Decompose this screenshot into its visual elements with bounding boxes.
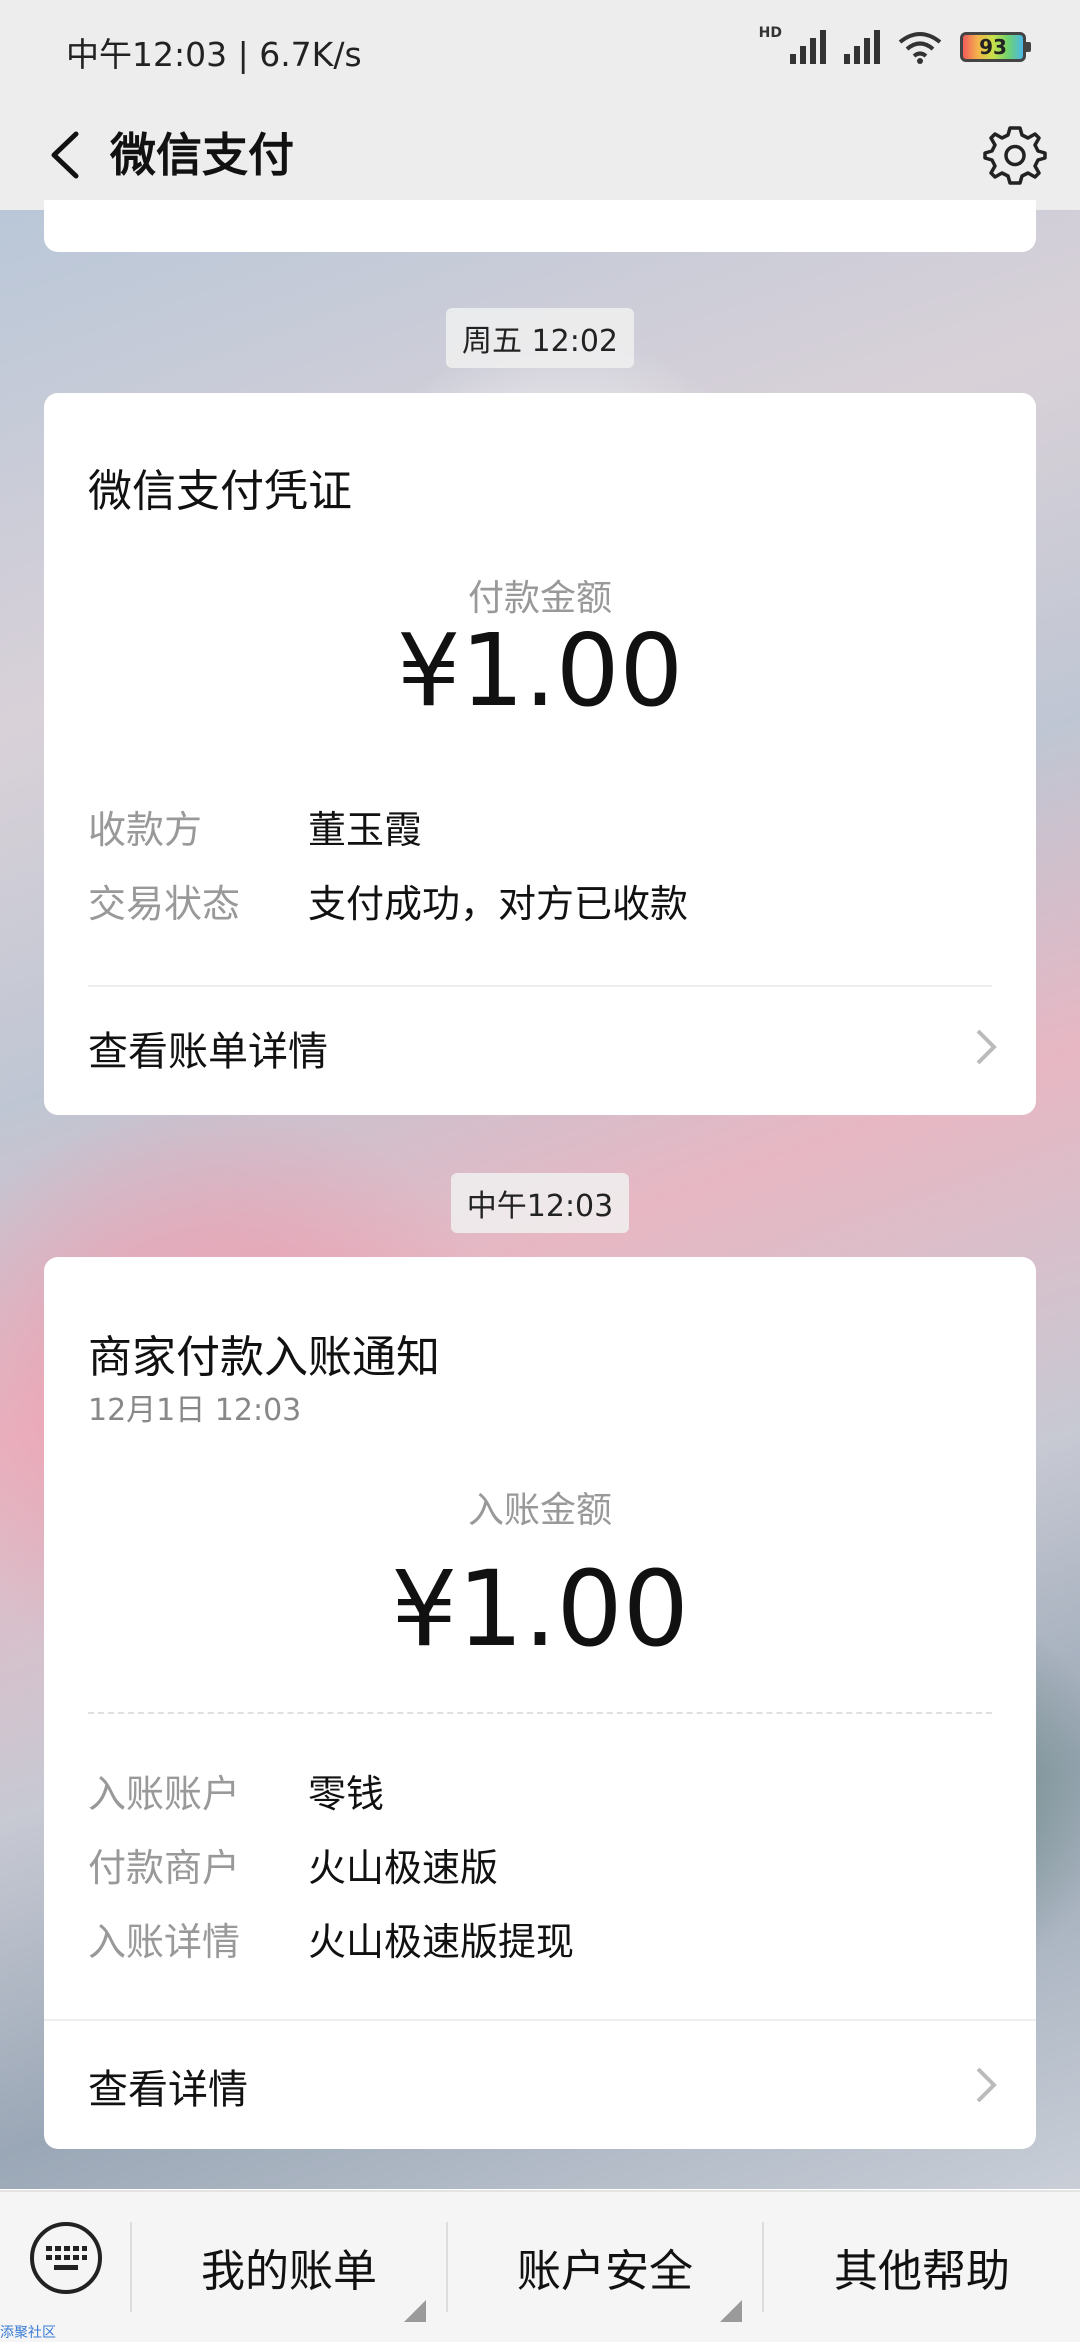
row-value: 火山极速版提现 bbox=[308, 1920, 575, 1964]
divider bbox=[44, 2019, 1036, 2021]
detail-row: 入账账户 零钱 bbox=[88, 1767, 384, 1821]
page-title: 微信支付 bbox=[110, 128, 294, 182]
row-key: 付款商户 bbox=[88, 1846, 241, 1890]
row-value: 董玉霞 bbox=[308, 808, 423, 852]
back-icon[interactable] bbox=[38, 122, 98, 188]
previous-card-bottom bbox=[44, 200, 1036, 252]
gear-icon[interactable] bbox=[980, 120, 1050, 190]
status-bar: 中午12:03 | 6.7K/s HD 93 bbox=[0, 0, 1080, 100]
watermark-text: 添聚社区 bbox=[0, 2325, 56, 2341]
view-bill-details-link[interactable]: 查看账单详情 bbox=[88, 1019, 328, 1077]
menu-my-bills[interactable]: 我的账单 bbox=[132, 2192, 446, 2342]
wifi-icon bbox=[898, 32, 942, 64]
row-value: 支付成功，对方已收款 bbox=[308, 882, 689, 926]
menu-other-help[interactable]: 其他帮助 bbox=[764, 2192, 1080, 2342]
row-key: 交易状态 bbox=[88, 882, 241, 926]
payment-voucher-card[interactable]: 微信支付凭证 付款金额 ¥1.00 收款方 董玉霞 交易状态 支付成功，对方已收… bbox=[44, 393, 1036, 1115]
chevron-right-icon bbox=[976, 2067, 997, 2103]
divider bbox=[88, 985, 992, 987]
row-value: 火山极速版 bbox=[308, 1846, 499, 1890]
message-timestamp: 中午12:03 bbox=[0, 1173, 1080, 1233]
row-key: 收款方 bbox=[88, 808, 203, 852]
submenu-indicator bbox=[720, 2300, 742, 2322]
amount-value: ¥1.00 bbox=[396, 612, 684, 729]
bottom-menu-bar: 我的账单 账户安全 其他帮助 bbox=[0, 2190, 1080, 2342]
submenu-indicator bbox=[404, 2300, 426, 2322]
merchant-income-card[interactable]: 商家付款入账通知 12月1日 12:03 入账金额 ¥1.00 入账账户 零钱 … bbox=[44, 1257, 1036, 2149]
status-icons: HD 93 bbox=[759, 25, 1031, 64]
card-date: 12月1日 12:03 bbox=[88, 1393, 302, 1428]
battery-level: 93 bbox=[979, 35, 1007, 59]
dashed-divider bbox=[88, 1712, 992, 1714]
row-key: 入账账户 bbox=[88, 1772, 241, 1816]
status-time: 中午12:03 | 6.7K/s bbox=[66, 35, 362, 74]
row-key: 入账详情 bbox=[88, 1920, 241, 1964]
nav-bar: 微信支付 bbox=[0, 100, 1080, 210]
detail-row: 入账详情 火山极速版提现 bbox=[88, 1915, 574, 1969]
battery-icon: 93 bbox=[960, 32, 1031, 62]
card-title: 微信支付凭证 bbox=[88, 466, 352, 517]
chevron-right-icon bbox=[976, 1029, 997, 1065]
signal-icon bbox=[790, 30, 826, 64]
menu-account-security[interactable]: 账户安全 bbox=[448, 2192, 762, 2342]
view-details-link[interactable]: 查看详情 bbox=[88, 2057, 248, 2115]
row-value: 零钱 bbox=[308, 1772, 385, 1816]
hd-indicator: HD bbox=[758, 25, 782, 41]
message-timestamp: 周五 12:02 bbox=[0, 308, 1080, 368]
detail-row: 交易状态 支付成功，对方已收款 bbox=[88, 877, 688, 931]
signal-icon bbox=[844, 30, 880, 64]
detail-row: 付款商户 火山极速版 bbox=[88, 1841, 498, 1895]
amount-value: ¥1.00 bbox=[391, 1548, 689, 1670]
amount-label: 入账金额 bbox=[467, 1490, 612, 1531]
detail-row: 收款方 董玉霞 bbox=[88, 803, 422, 857]
card-title: 商家付款入账通知 bbox=[88, 1332, 440, 1383]
keyboard-icon[interactable] bbox=[30, 2222, 102, 2294]
